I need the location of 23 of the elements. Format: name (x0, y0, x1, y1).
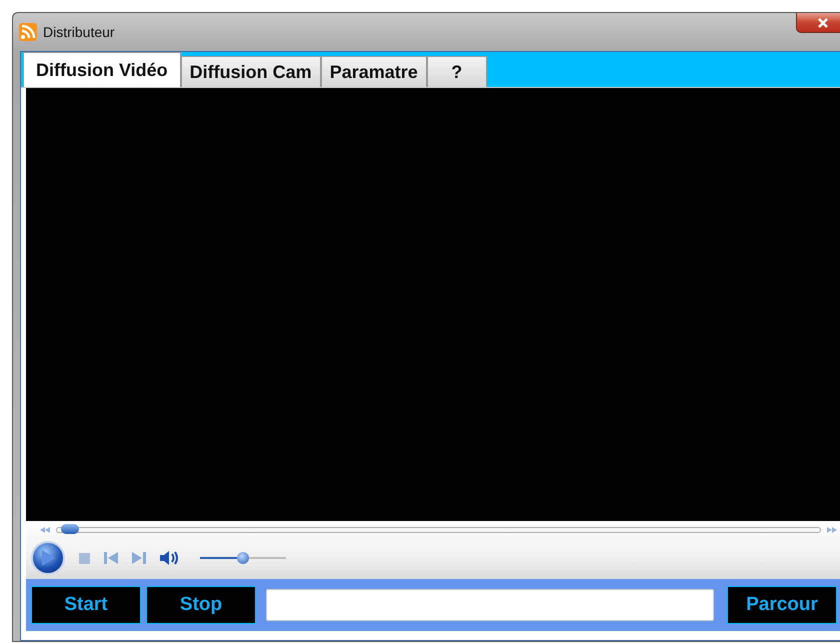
seek-track[interactable] (56, 527, 821, 533)
action-button[interactable]: Start (31, 586, 141, 624)
tab[interactable]: ? (426, 56, 487, 87)
volume-thumb[interactable] (237, 552, 249, 564)
rss-icon (19, 23, 37, 41)
path-field[interactable] (266, 589, 714, 621)
tab[interactable]: Diffusion Vidéo (23, 52, 181, 87)
rewind-icon[interactable] (40, 527, 50, 533)
seek-thumb[interactable] (60, 524, 79, 534)
play-icon (41, 550, 55, 566)
stop-icon[interactable] (79, 552, 90, 564)
speaker-icon[interactable] (160, 550, 180, 566)
browse-button[interactable]: Parcour (727, 586, 837, 624)
previous-icon[interactable] (104, 552, 118, 564)
close-button[interactable] (796, 13, 840, 33)
next-icon[interactable] (132, 552, 146, 564)
tab[interactable]: Diffusion Cam (180, 56, 321, 87)
close-icon (818, 18, 828, 28)
play-button[interactable] (31, 541, 65, 575)
fast-forward-icon[interactable] (827, 527, 837, 533)
window-title: Distributeur (43, 24, 115, 40)
tab[interactable]: Paramatre (320, 56, 427, 87)
action-button[interactable]: Stop (146, 586, 256, 624)
